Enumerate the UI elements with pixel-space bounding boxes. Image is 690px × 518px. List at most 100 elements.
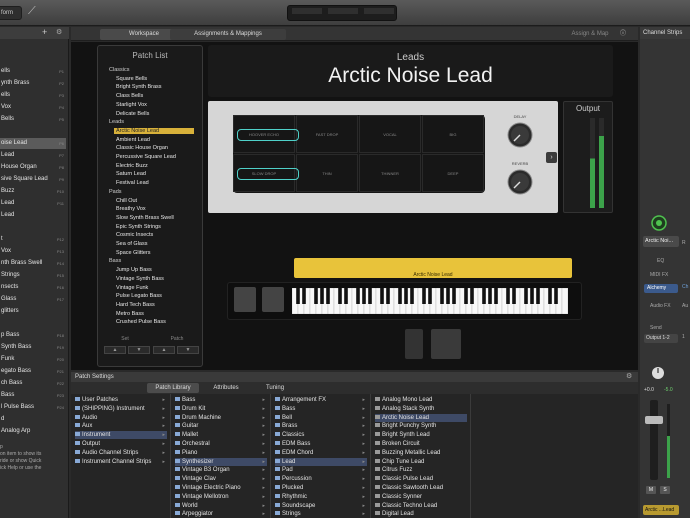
- instrument-slot[interactable]: Alchemy: [644, 284, 678, 293]
- white-key[interactable]: [561, 288, 568, 314]
- black-key[interactable]: [470, 288, 474, 304]
- black-key[interactable]: [314, 288, 318, 304]
- set-down-button[interactable]: ▼: [128, 346, 150, 354]
- black-key[interactable]: [422, 288, 426, 304]
- patch-list-item[interactable]: Square Bells: [116, 76, 147, 82]
- black-key[interactable]: [380, 288, 384, 304]
- black-key[interactable]: [368, 288, 372, 304]
- patch-list-item[interactable]: Vintage Synth Bass: [116, 276, 164, 282]
- library-item[interactable]: Lead P11: [0, 198, 66, 209]
- library-item[interactable]: ells P3: [0, 90, 66, 101]
- patch-list-item[interactable]: Space Glitters: [116, 250, 151, 256]
- black-key[interactable]: [530, 288, 534, 304]
- black-key[interactable]: [302, 288, 306, 304]
- black-key[interactable]: [296, 288, 300, 304]
- delay-knob[interactable]: [506, 121, 534, 149]
- library-item[interactable]: Glass P17: [0, 294, 66, 305]
- browser-item[interactable]: Piano ▸: [175, 449, 267, 457]
- library-item[interactable]: l Pulse Bass P24: [0, 402, 66, 413]
- black-key[interactable]: [356, 288, 360, 304]
- browser-item[interactable]: Bass ▸: [175, 396, 267, 404]
- patch-list-item[interactable]: Classic House Organ: [116, 145, 168, 151]
- next-arrow-icon[interactable]: ›: [546, 152, 557, 163]
- sustain-pedal[interactable]: [431, 329, 461, 359]
- library-item[interactable]: House Organ P8: [0, 162, 66, 173]
- expression-pedal[interactable]: [405, 329, 423, 359]
- library-item[interactable]: Funk P20: [0, 354, 66, 365]
- black-key[interactable]: [410, 288, 414, 304]
- add-icon[interactable]: +: [42, 27, 47, 37]
- browser-item[interactable]: Bright Synth Lead: [375, 431, 467, 439]
- black-key[interactable]: [338, 288, 342, 304]
- browser-item[interactable]: Classic Pulse Lead: [375, 475, 467, 483]
- library-item[interactable]: Vox P4: [0, 102, 66, 113]
- reverb-knob[interactable]: [506, 168, 534, 196]
- settings-gear-icon[interactable]: ⚙: [626, 372, 632, 380]
- browser-item[interactable]: Soundscape ▸: [275, 502, 367, 510]
- patch-list-item[interactable]: Electric Buzz: [116, 163, 148, 169]
- browser-item[interactable]: Audio ▸: [75, 414, 167, 422]
- patch-list-item[interactable]: Jump Up Bass: [116, 267, 152, 273]
- library-item[interactable]: p Bass P18: [0, 330, 66, 341]
- browser-item[interactable]: Broken Circuit: [375, 440, 467, 448]
- pad-cell[interactable]: FAST DROP: [296, 115, 358, 153]
- browser-item[interactable]: Vintage Mellotron ▸: [175, 493, 267, 501]
- set-up-button[interactable]: ▲: [104, 346, 126, 354]
- browser-item[interactable]: Output ▸: [75, 440, 167, 448]
- black-key[interactable]: [440, 288, 444, 304]
- black-key[interactable]: [452, 288, 456, 304]
- patch-list-item[interactable]: Cosmic Insects: [116, 232, 153, 238]
- browser-item[interactable]: Drum Kit ▸: [175, 405, 267, 413]
- browser-item[interactable]: User Patches ▸: [75, 396, 167, 404]
- patch-list-item[interactable]: Slow Synth Brass Swell: [116, 215, 174, 221]
- browser-item[interactable]: Digital Lead: [375, 510, 467, 518]
- library-item[interactable]: Lead P7: [0, 150, 66, 161]
- pad-cell[interactable]: BIG: [422, 115, 484, 153]
- browser-item[interactable]: Plucked ▸: [275, 484, 367, 492]
- browser-item[interactable]: Arrangement FX ▸: [275, 396, 367, 404]
- browser-item[interactable]: Arpeggiator ▸: [175, 510, 267, 518]
- library-item[interactable]: ells P1: [0, 66, 66, 77]
- library-item[interactable]: Analog Arp: [0, 426, 66, 437]
- black-key[interactable]: [464, 288, 468, 304]
- browser-item[interactable]: Analog Stack Synth: [375, 405, 467, 413]
- library-item[interactable]: Bells P5: [0, 114, 66, 125]
- black-key[interactable]: [326, 288, 330, 304]
- patch-list-item[interactable]: Vintage Funk: [116, 285, 148, 291]
- library-item[interactable]: egato Bass P21: [0, 366, 66, 377]
- channel-name[interactable]: Arctic ...Lead: [643, 505, 679, 515]
- black-key[interactable]: [398, 288, 402, 304]
- browser-item[interactable]: EDM Chord ▸: [275, 449, 367, 457]
- browser-item[interactable]: Vintage Electric Piano ▸: [175, 484, 267, 492]
- black-key[interactable]: [428, 288, 432, 304]
- browser-item[interactable]: Analog Mono Lead: [375, 396, 467, 404]
- browser-item[interactable]: Bright Punchy Synth: [375, 422, 467, 430]
- library-item[interactable]: Strings P15: [0, 270, 66, 281]
- tuner-icon[interactable]: ⟋: [28, 5, 42, 21]
- library-item[interactable]: Synth Bass P19: [0, 342, 66, 353]
- piano-keyboard[interactable]: [292, 288, 568, 314]
- patch-list-item[interactable]: Sea of Glass: [116, 241, 148, 247]
- browser-item[interactable]: Buzzing Metallic Lead: [375, 449, 467, 457]
- patch-list-item[interactable]: Crushed Pulse Bass: [116, 319, 166, 325]
- patch-list-item[interactable]: Breathy Vox: [116, 206, 146, 212]
- black-key[interactable]: [512, 288, 516, 304]
- browser-item[interactable]: Arctic Noise Lead: [375, 413, 467, 422]
- browser-item[interactable]: Vintage Clav ▸: [175, 475, 267, 483]
- library-item[interactable]: ch Bass P22: [0, 378, 66, 389]
- browser-item[interactable]: Percussion ▸: [275, 475, 367, 483]
- patch-list-item[interactable]: Bright Synth Brass: [116, 84, 162, 90]
- pan-knob[interactable]: [651, 366, 665, 380]
- patch-list-item[interactable]: Metro Bass: [116, 311, 144, 317]
- library-item[interactable]: Bass P23: [0, 390, 66, 401]
- library-item[interactable]: d: [0, 414, 66, 425]
- browser-item[interactable]: Strings ▸: [275, 510, 367, 518]
- browser-item[interactable]: Drum Machine ▸: [175, 414, 267, 422]
- browser-item[interactable]: Classic Sawtooth Lead: [375, 484, 467, 492]
- browser-item[interactable]: Mallet ▸: [175, 431, 267, 439]
- library-item[interactable]: glitters: [0, 306, 66, 317]
- pad-cell[interactable]: DEEP: [422, 154, 484, 192]
- patch-list-item[interactable]: Delicate Bells: [116, 111, 149, 117]
- browser-item[interactable]: Brass ▸: [275, 422, 367, 430]
- patch-up-button[interactable]: ▲: [153, 346, 175, 354]
